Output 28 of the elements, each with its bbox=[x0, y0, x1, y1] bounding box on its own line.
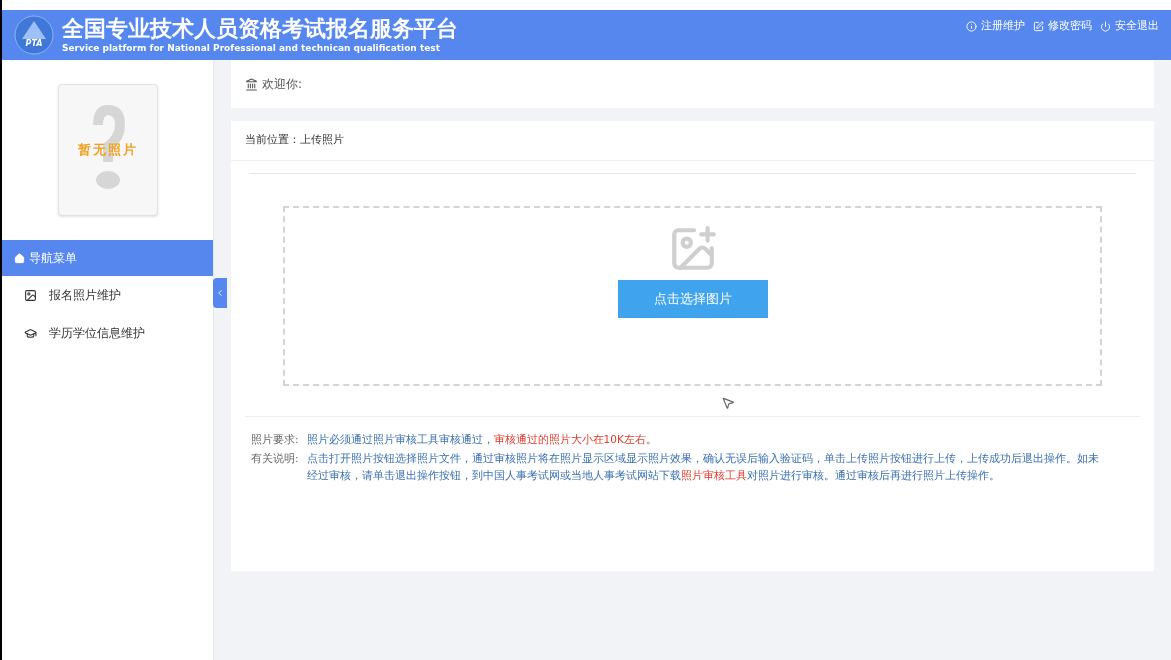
cursor-icon bbox=[720, 396, 735, 410]
info-icon bbox=[966, 20, 977, 32]
header-link[interactable]: 修改密码 bbox=[1033, 18, 1092, 35]
menu-item[interactable]: 报名照片维护 bbox=[2, 276, 213, 314]
site-subtitle: Service platform for National Professional and technican qualification test bbox=[62, 42, 441, 54]
note-label: 照片要求: bbox=[251, 432, 299, 447]
choose-image-button[interactable]: 点击选择图片 bbox=[617, 280, 768, 318]
menu-item[interactable]: 学历学位信息维护 bbox=[2, 314, 213, 352]
power-icon bbox=[1100, 20, 1111, 32]
bank-icon bbox=[245, 77, 258, 91]
note-text: 照片必须通过照片审核工具审核通过，审核通过的照片大小在10K左右。 bbox=[306, 432, 657, 447]
image-icon bbox=[24, 288, 37, 302]
logo-icon bbox=[14, 15, 54, 55]
site-title: 全国专业技术人员资格考试报名服务平台 bbox=[62, 16, 458, 42]
menu-title: 导航菜单 bbox=[29, 250, 77, 267]
home-icon bbox=[14, 252, 25, 264]
no-photo-label: 暂无照片 bbox=[77, 141, 138, 160]
note-label: 有关说明: bbox=[251, 451, 299, 466]
header-link[interactable]: 注册维护 bbox=[966, 18, 1025, 35]
graduation-cap-icon bbox=[24, 326, 37, 340]
chevron-left-icon bbox=[215, 288, 225, 298]
welcome-text: 欢迎你: bbox=[262, 76, 303, 93]
breadcrumb: 当前位置：上传照片 bbox=[245, 132, 344, 149]
note-text: 点击打开照片按钮选择照片文件，通过审核照片将在照片显示区域显示照片效果，确认无误后输入验证码，单击上传照片按钮进行上传，上传成功后退出操作。如未经过审核，请单击退出操作按钮，到中国人事考试网或当地人事考试网站下载照片审核工具对照片进行审核。通过审核后再进行照片上传操作。 bbox=[306, 451, 1100, 483]
header-link[interactable]: 安全退出 bbox=[1100, 18, 1159, 35]
edit-icon bbox=[1033, 20, 1044, 32]
collapse-button[interactable] bbox=[213, 278, 227, 308]
logo-text: PTA bbox=[25, 40, 43, 48]
